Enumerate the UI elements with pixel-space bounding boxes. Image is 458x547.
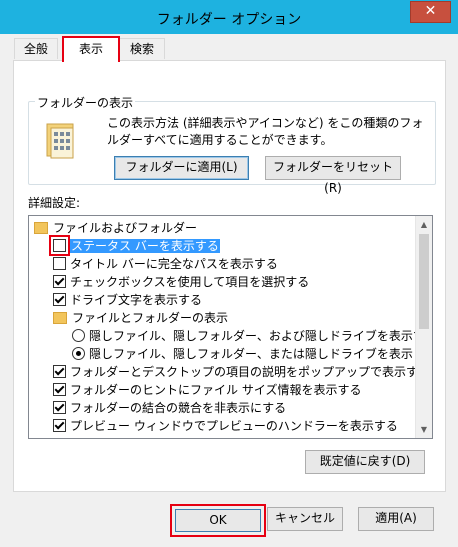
- list-item-label: ファイルとフォルダーの表示: [72, 311, 229, 325]
- ok-button-highlight: OK: [170, 504, 266, 537]
- close-button[interactable]: ✕: [410, 1, 451, 23]
- list-item-label: ステータス バーを表示する: [70, 239, 220, 253]
- folder-views-description: この表示方法 (詳細表示やアイコンなど) をこの種類のフォルダーすべてに適用する…: [107, 116, 424, 147]
- checkbox[interactable]: [53, 401, 66, 414]
- list-item-label: フォルダーとデスクトップの項目の説明をポップアップで表示する: [70, 365, 431, 379]
- advanced-settings-label: 詳細設定:: [28, 196, 81, 210]
- list-item[interactable]: フォルダーの結合の競合を非表示にする: [53, 399, 286, 417]
- list-item[interactable]: プレビュー ウィンドウでプレビューのハンドラーを表示する: [53, 417, 398, 435]
- folder-options-window: フォルダー オプション ✕ 全般 表示 検索 フォルダーの表示 この表示方法 (…: [0, 0, 458, 547]
- checkbox[interactable]: [53, 383, 66, 396]
- checkbox[interactable]: [53, 293, 66, 306]
- ok-button[interactable]: OK: [175, 509, 261, 532]
- list-item-label: 隠しファイル、隠しフォルダー、または隠しドライブを表示しない: [89, 347, 433, 361]
- list-item[interactable]: フォルダーとデスクトップの項目の説明をポップアップで表示する: [53, 363, 430, 381]
- list-item-label: チェックボックスを使用して項目を選択する: [70, 275, 310, 289]
- list-item[interactable]: ステータス バーを表示する: [53, 237, 220, 255]
- status-bar-checkbox-highlight: [49, 235, 70, 256]
- tab-view[interactable]: 表示: [62, 36, 120, 62]
- list-item[interactable]: ドライブ文字を表示する: [53, 291, 202, 309]
- restore-defaults-button[interactable]: 既定値に戻す(D): [305, 450, 425, 474]
- apply-to-folders-button[interactable]: フォルダーに適用(L): [114, 156, 249, 180]
- radio-button[interactable]: [72, 329, 85, 342]
- list-item-label: プレビュー ウィンドウでプレビューのハンドラーを表示する: [70, 419, 398, 433]
- folder-views-icon: [46, 123, 74, 159]
- folder-icon: [53, 311, 67, 324]
- list-item[interactable]: チェックボックスを使用して項目を選択する: [53, 273, 309, 291]
- title-bar[interactable]: フォルダー オプション ✕: [0, 0, 458, 34]
- dialog-content: 全般 表示 検索 フォルダーの表示 この表示方法 (詳細表示やアイコンなど) を…: [8, 34, 450, 539]
- checkbox[interactable]: [53, 275, 66, 288]
- list-item-label: フォルダーの結合の競合を非表示にする: [70, 401, 287, 415]
- list-item[interactable]: 隠しファイル、隠しフォルダー、および隠しドライブを表示する: [72, 327, 433, 345]
- vertical-scrollbar[interactable]: ▲ ▼: [415, 216, 432, 438]
- list-item-label: ファイルおよびフォルダー: [53, 221, 198, 235]
- scrollbar-thumb[interactable]: [419, 234, 429, 329]
- radio-button[interactable]: [72, 347, 85, 360]
- view-tab-panel: フォルダーの表示 この表示方法 (詳細表示やアイコンなど) をこの種類のフォルダ…: [13, 60, 446, 492]
- list-item[interactable]: 隠しファイル、隠しフォルダー、または隠しドライブを表示しない: [72, 345, 433, 363]
- tab-search[interactable]: 検索: [119, 38, 165, 59]
- advanced-settings-list[interactable]: ファイルおよびフォルダー ステータス バーを表示する タイトル バーに完全なパス…: [28, 215, 433, 439]
- list-item-label: 隠しファイル、隠しフォルダー、および隠しドライブを表示する: [89, 329, 433, 343]
- cancel-button[interactable]: キャンセル: [267, 507, 343, 531]
- tab-general[interactable]: 全般: [14, 38, 58, 59]
- folder-views-group: フォルダーの表示 この表示方法 (詳細表示やアイコンなど) をこの種類のフォルダ…: [28, 94, 436, 195]
- window-title: フォルダー オプション: [156, 12, 302, 28]
- checkbox[interactable]: [53, 365, 66, 378]
- list-item: ファイルとフォルダーの表示: [53, 309, 228, 327]
- scroll-down-arrow-icon[interactable]: ▼: [416, 421, 432, 438]
- list-item-label: タイトル バーに完全なパスを表示する: [70, 257, 278, 271]
- list-item[interactable]: タイトル バーに完全なパスを表示する: [53, 255, 278, 273]
- folder-views-legend: フォルダーの表示: [35, 94, 136, 111]
- checkbox[interactable]: [53, 257, 66, 270]
- checkbox[interactable]: [53, 419, 66, 432]
- list-item[interactable]: フォルダーのヒントにファイル サイズ情報を表示する: [53, 381, 361, 399]
- apply-button[interactable]: 適用(A): [358, 507, 434, 531]
- reset-folders-button[interactable]: フォルダーをリセット(R): [265, 156, 401, 195]
- list-item-label: フォルダーのヒントにファイル サイズ情報を表示する: [70, 383, 362, 397]
- list-item-label: ドライブ文字を表示する: [70, 293, 203, 307]
- folder-icon: [34, 221, 48, 234]
- scroll-up-arrow-icon[interactable]: ▲: [416, 216, 432, 233]
